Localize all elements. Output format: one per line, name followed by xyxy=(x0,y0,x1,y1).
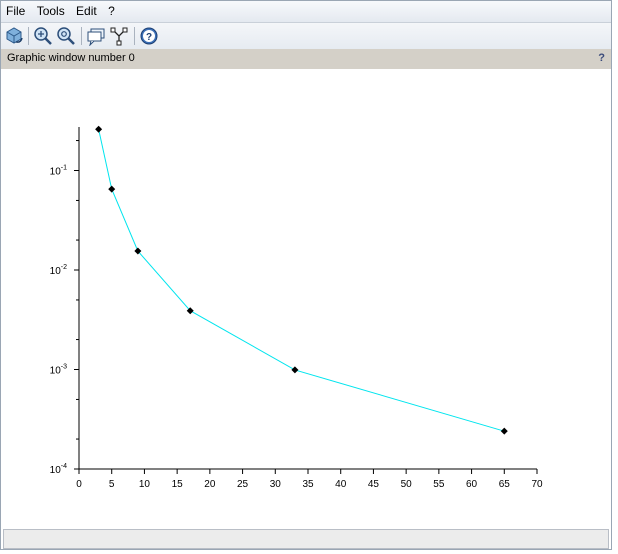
x-tick-label: 30 xyxy=(270,479,282,490)
datatip-icon[interactable] xyxy=(86,26,106,47)
x-tick-label: 5 xyxy=(109,479,115,490)
x-tick-label: 35 xyxy=(302,479,314,490)
menu-edit[interactable]: Edit xyxy=(71,1,100,19)
data-point xyxy=(500,427,508,435)
x-tick-label: 25 xyxy=(237,479,249,490)
x-tick-label: 20 xyxy=(204,479,216,490)
toolbar-separator xyxy=(28,27,29,45)
x-tick-label: 55 xyxy=(433,479,445,490)
menubar: File Tools Edit ? xyxy=(1,1,611,23)
y-tick-label: 10-2 xyxy=(50,264,67,277)
zoom-out-icon[interactable] xyxy=(56,26,76,46)
x-tick-label: 45 xyxy=(368,479,380,490)
data-point xyxy=(291,366,299,374)
x-tick-label: 0 xyxy=(76,479,82,490)
status-bar xyxy=(3,529,609,549)
x-tick-label: 15 xyxy=(172,479,184,490)
window-title: Graphic window number 0 xyxy=(7,52,135,64)
x-tick-label: 70 xyxy=(531,479,543,490)
chart: 0 5 10 15 20 25 30 35 40 45 50 55 60 65 70 10-4 10-3 10-2… xyxy=(50,125,543,490)
editor-icon[interactable] xyxy=(109,26,129,46)
menu-file[interactable]: File xyxy=(1,1,28,19)
data-point xyxy=(108,185,116,193)
window-title-bar: Graphic window number 0 ? xyxy=(1,49,611,69)
menu-tools[interactable]: Tools xyxy=(32,1,68,19)
y-tick-label: 10-1 xyxy=(50,165,67,178)
y-tick-label: 10-4 xyxy=(50,463,67,476)
y-tick-label: 10-3 xyxy=(50,364,67,377)
data-point xyxy=(95,125,103,133)
rotate-icon[interactable] xyxy=(4,26,24,46)
x-tick-label: 10 xyxy=(139,479,151,490)
x-tick-label: 65 xyxy=(499,479,511,490)
x-tick-label: 50 xyxy=(401,479,413,490)
plot-area[interactable]: 0 5 10 15 20 25 30 35 40 45 50 55 60 65 70 10-4 10-3 10-2… xyxy=(1,69,611,529)
graphic-window: File Tools Edit ? ? Graphic window numbe… xyxy=(0,0,612,550)
toolbar: ? xyxy=(1,23,611,50)
svg-text:?: ? xyxy=(146,32,152,43)
help-icon[interactable]: ? xyxy=(139,26,159,46)
series-line xyxy=(98,129,505,432)
toolbar-separator xyxy=(81,27,82,45)
help-question-icon[interactable]: ? xyxy=(598,52,605,64)
menu-help[interactable]: ? xyxy=(103,1,118,19)
zoom-in-icon[interactable] xyxy=(33,26,53,46)
x-tick-label: 40 xyxy=(335,479,347,490)
x-tick-label: 60 xyxy=(466,479,478,490)
toolbar-separator xyxy=(134,27,135,45)
